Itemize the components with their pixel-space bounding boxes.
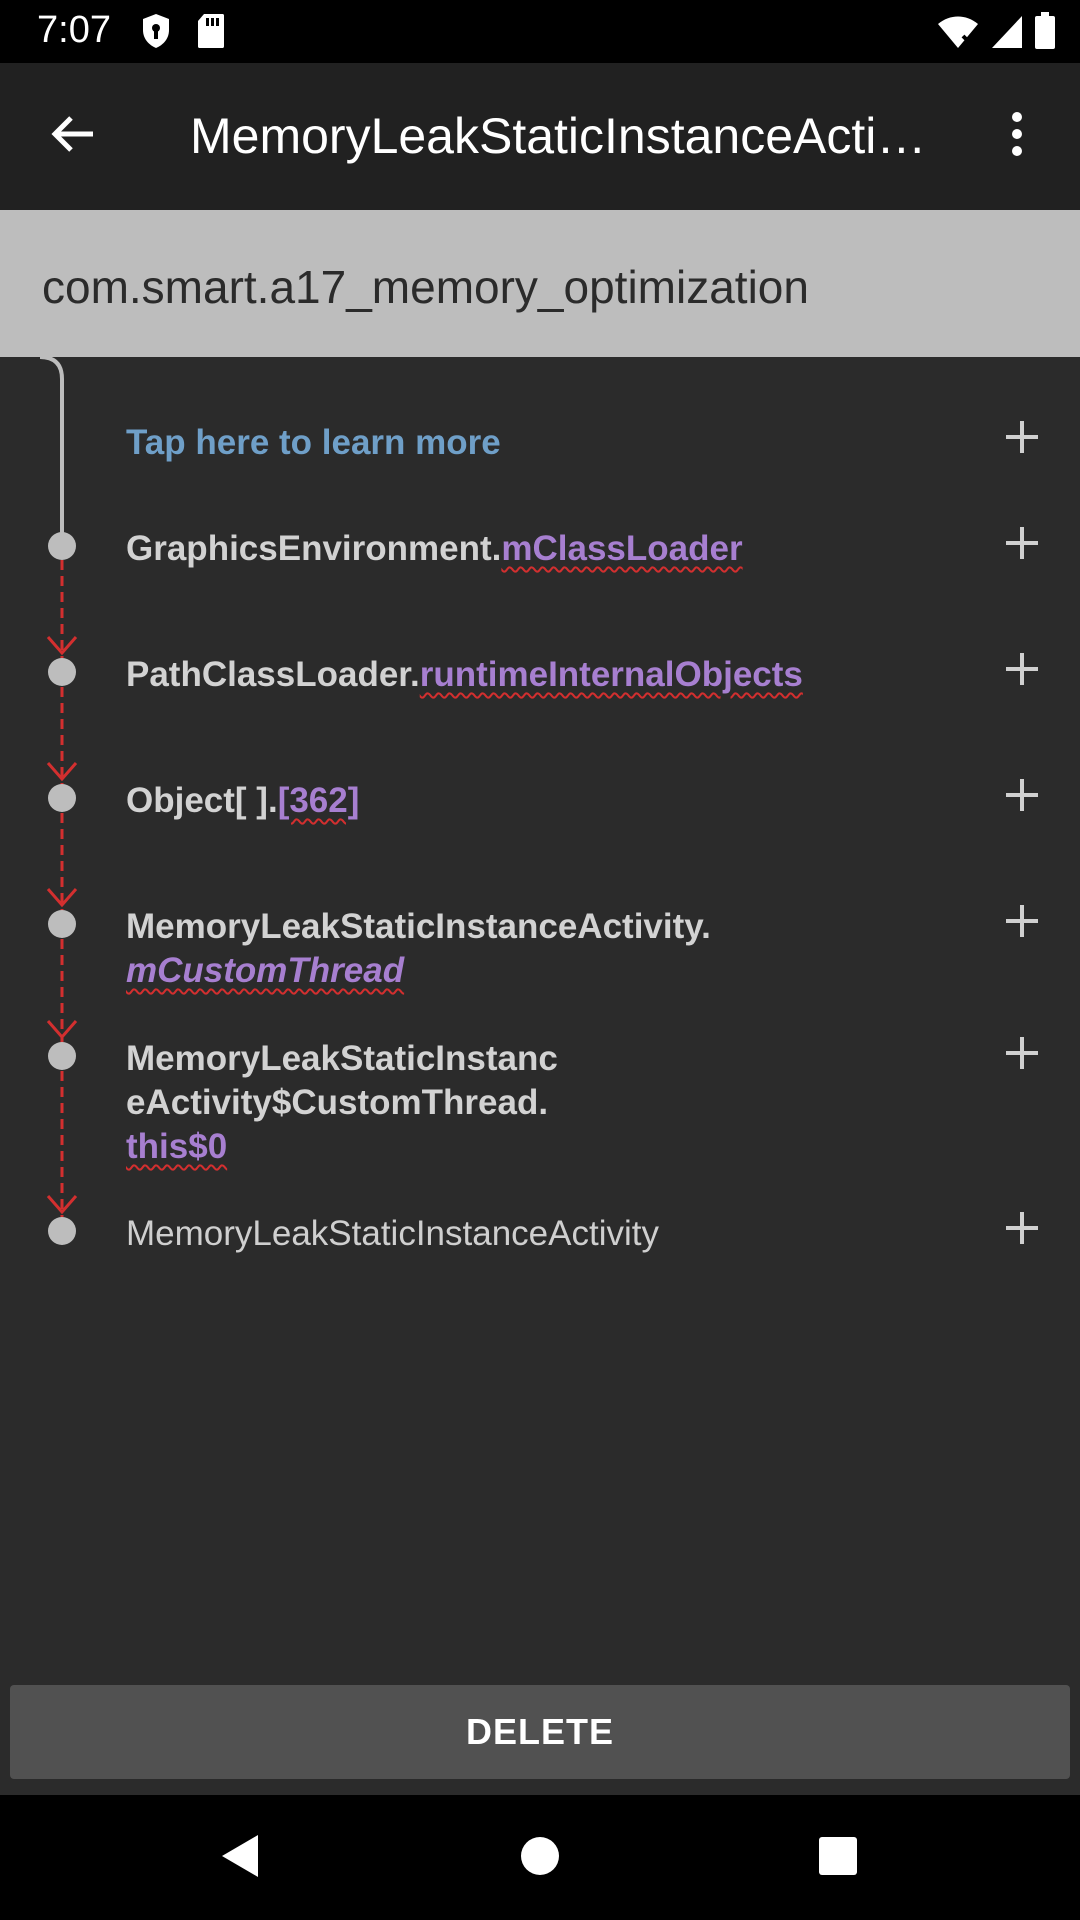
expand-button[interactable] — [994, 1202, 1050, 1258]
trace-connector-lines — [39, 357, 78, 1245]
arrow-back-icon — [49, 110, 97, 162]
field-name: runtimeInternalObjects — [419, 655, 803, 694]
leak-trace: Tap here to learn more GraphicsEnvironme… — [0, 357, 1080, 1685]
class-name: MemoryLeakStaticInstanceActivity. — [126, 907, 711, 946]
field-name: this$0 — [126, 1127, 228, 1166]
navigation-bar — [0, 1795, 1080, 1920]
plus-icon — [1004, 1210, 1040, 1250]
expand-button[interactable] — [994, 517, 1050, 573]
trace-row-text: Object[ ].[362] — [126, 779, 359, 823]
class-name: PathClassLoader. — [126, 655, 420, 694]
field-name: [362] — [277, 781, 360, 820]
learn-more-link[interactable]: Tap here to learn more — [126, 421, 501, 465]
class-name: Object[ ]. — [126, 781, 278, 820]
nav-back-button[interactable] — [205, 1823, 275, 1893]
plus-icon — [1004, 1035, 1040, 1075]
plus-icon — [1004, 903, 1040, 943]
expand-button[interactable] — [994, 769, 1050, 825]
expand-button[interactable] — [994, 643, 1050, 699]
back-button[interactable] — [40, 103, 106, 169]
plus-icon — [1004, 651, 1040, 691]
trace-row-text: MemoryLeakStaticInstanc eActivity$CustomT… — [126, 1037, 558, 1169]
package-name: com.smart.a17_memory_optimization — [42, 261, 809, 313]
more-vert-icon — [1009, 110, 1025, 162]
class-name: GraphicsEnvironment. — [126, 529, 502, 568]
leaking-class-name: MemoryLeakStaticInstanceActivity — [126, 1214, 659, 1253]
back-triangle-icon — [218, 1833, 262, 1883]
status-bar: 7:07 — [0, 0, 1080, 63]
status-time: 7:07 — [37, 9, 111, 51]
battery-icon — [1034, 12, 1056, 54]
signal-icon — [990, 14, 1024, 54]
package-header: com.smart.a17_memory_optimization — [0, 210, 1080, 357]
recents-square-icon — [818, 1836, 858, 1880]
field-name: mClassLoader — [501, 529, 743, 568]
home-circle-icon — [520, 1836, 560, 1880]
expand-button[interactable] — [994, 895, 1050, 951]
plus-icon — [1004, 777, 1040, 817]
class-name-line-1: MemoryLeakStaticInstanc — [126, 1039, 558, 1078]
expand-button[interactable] — [994, 411, 1050, 467]
trace-row-text: PathClassLoader.runtimeInternalObjects — [126, 653, 803, 697]
trace-row-text: MemoryLeakStaticInstanceActivity. mCustom… — [126, 905, 711, 993]
nav-home-button[interactable] — [505, 1823, 575, 1893]
wifi-icon — [936, 14, 980, 54]
overflow-menu-button[interactable] — [984, 103, 1050, 169]
delete-button[interactable]: DELETE — [10, 1685, 1070, 1779]
field-name: mCustomThread — [126, 951, 405, 990]
nav-recents-button[interactable] — [803, 1823, 873, 1893]
page-title: MemoryLeakStaticInstanceActivity — [190, 108, 950, 164]
plus-icon — [1004, 419, 1040, 459]
class-name-line-2: eActivity$CustomThread. — [126, 1083, 549, 1122]
app-bar: MemoryLeakStaticInstanceActivity — [0, 63, 1080, 210]
plus-icon — [1004, 525, 1040, 565]
expand-button[interactable] — [994, 1027, 1050, 1083]
sd-card-icon — [196, 12, 226, 54]
trace-row-text: GraphicsEnvironment.mClassLoader — [126, 527, 743, 571]
bottom-spacer — [0, 1779, 1080, 1795]
shield-icon — [140, 12, 172, 54]
